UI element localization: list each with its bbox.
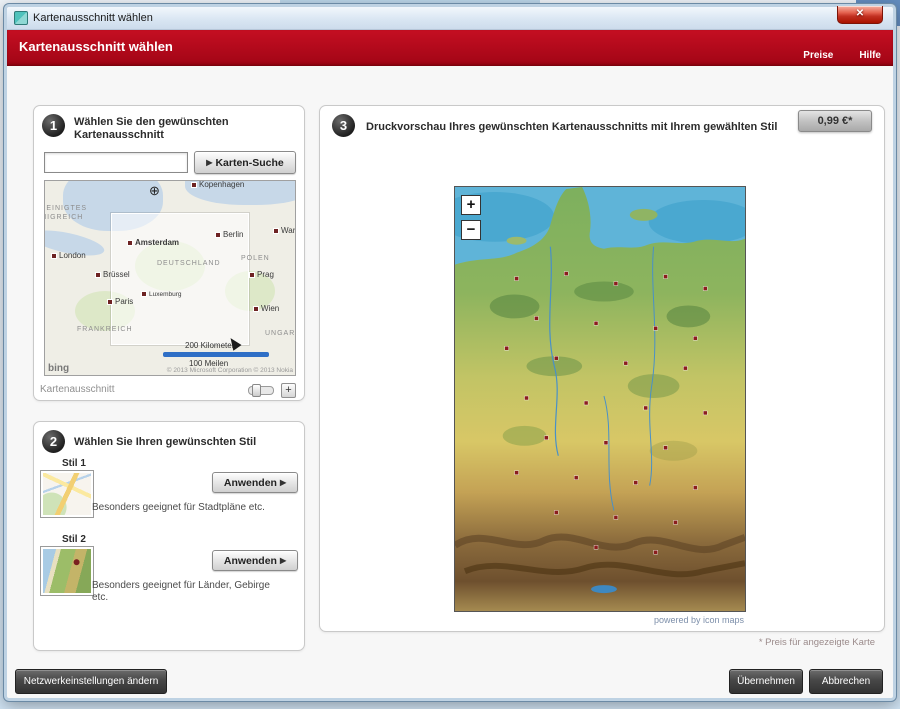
- play-arrow-icon: ▶: [280, 478, 286, 487]
- minimap-region-label: DEUTSCHLAND: [157, 260, 221, 267]
- header-nav: Preise Hilfe: [803, 50, 881, 61]
- step3-title: Druckvorschau Ihres gewünschten Kartenau…: [366, 121, 806, 134]
- preview-zoom-in-button[interactable]: +: [461, 195, 481, 215]
- overview-minimap[interactable]: Kopenhagen VEREINIGTES KÖNIGREICH London…: [44, 180, 296, 376]
- preview-zoom-out-button[interactable]: −: [461, 220, 481, 240]
- step1-panel: 1 Wählen Sie den gewünschten Kartenaussc…: [33, 105, 305, 401]
- style2-apply-button[interactable]: Anwenden ▶: [212, 550, 298, 571]
- bing-logo: bing: [48, 363, 69, 374]
- step3-number-badge: 3: [332, 114, 355, 137]
- minimap-region-label: POLEN: [241, 255, 270, 262]
- minimap-city-label: Kopenhagen: [191, 180, 244, 189]
- minimap-city-label: Wien: [253, 304, 279, 313]
- minimap-city-label: Luxemburg: [141, 291, 182, 298]
- play-arrow-icon: ▶: [280, 556, 286, 565]
- map-copyright: © 2013 Microsoft Corporation © 2013 Noki…: [167, 367, 293, 374]
- minimap-city-label: London: [51, 251, 86, 260]
- minimap-city-label: Warschau: [273, 226, 296, 235]
- minimap-city-label: Brüssel: [95, 270, 130, 279]
- step2-panel: 2 Wählen Sie Ihren gewünschten Stil Stil…: [33, 421, 305, 651]
- minimap-zoom-in-button[interactable]: +: [281, 383, 296, 398]
- price-badge: 0,99 €*: [798, 110, 872, 132]
- style1-apply-label: Anwenden: [224, 477, 277, 489]
- minimap-city-label: Berlin: [215, 230, 243, 239]
- style2-apply-label: Anwenden: [224, 555, 277, 567]
- minimap-city-label: Prag: [249, 270, 274, 279]
- print-preview-map[interactable]: + −: [454, 186, 746, 612]
- step3-panel: 3 Druckvorschau Ihres gewünschten Karten…: [319, 105, 885, 632]
- cancel-button[interactable]: Abbrechen: [809, 669, 883, 694]
- window-title: Kartenausschnitt wählen: [33, 12, 153, 24]
- minimap-zoom-slider[interactable]: [248, 386, 274, 395]
- step1-title: Wählen Sie den gewünschten Kartenausschn…: [74, 116, 284, 142]
- style1-name: Stil 1: [62, 458, 86, 469]
- style2-thumbnail[interactable]: [40, 546, 94, 596]
- style2-caption: Besonders geeignet für Länder, Gebirge e…: [92, 580, 282, 604]
- step2-title: Wählen Sie Ihren gewünschten Stil: [74, 436, 294, 449]
- link-preise[interactable]: Preise: [803, 50, 833, 61]
- link-hilfe[interactable]: Hilfe: [859, 50, 881, 61]
- minimap-city-label: Paris: [107, 297, 133, 306]
- close-window-button[interactable]: ✕: [837, 6, 883, 24]
- minimap-region-label: UNGARN: [265, 330, 296, 337]
- dialog-header: Kartenausschnitt wählen Preise Hilfe: [7, 30, 893, 66]
- minimap-region-label: FRANKREICH: [77, 326, 133, 333]
- style2-name: Stil 2: [62, 534, 86, 545]
- style1-caption: Besonders geeignet für Stadtpläne etc.: [92, 502, 297, 514]
- minimap-region-label: VEREINIGTES: [44, 205, 87, 212]
- style1-apply-button[interactable]: Anwenden ▶: [212, 472, 298, 493]
- terrain-map-thumbnail-image: [43, 549, 91, 593]
- street-map-thumbnail-image: [43, 473, 91, 515]
- map-search-button-label: Karten-Suche: [215, 157, 283, 169]
- page-title: Kartenausschnitt wählen: [19, 39, 173, 54]
- step2-number-badge: 2: [42, 430, 65, 453]
- apply-button[interactable]: Übernehmen: [729, 669, 803, 694]
- map-search-button[interactable]: ▶ Karten-Suche: [194, 151, 296, 174]
- crosshair-icon: ⊕: [149, 183, 160, 199]
- dialog-window: Kartenausschnitt wählen ✕ Kartenausschni…: [4, 4, 896, 701]
- window-titlebar[interactable]: Kartenausschnitt wählen ✕: [7, 7, 893, 30]
- minimap-region-label: KÖNIGREICH: [44, 214, 83, 221]
- slider-handle[interactable]: [252, 384, 261, 397]
- price-footnote: * Preis für angezeigte Karte: [759, 637, 875, 648]
- minimap-city-label: Amsterdam: [127, 238, 179, 247]
- map-scale-bar: [163, 352, 269, 357]
- topographic-map-image: [455, 187, 745, 611]
- network-settings-button[interactable]: Netzwerkeinstellungen ändern: [15, 669, 167, 694]
- step1-number-badge: 1: [42, 114, 65, 137]
- map-app-icon: [14, 11, 28, 25]
- minimap-footer-label: Kartenausschnitt: [40, 384, 115, 395]
- style1-thumbnail[interactable]: [40, 470, 94, 518]
- map-search-input[interactable]: [44, 152, 188, 173]
- play-arrow-icon: ▶: [206, 158, 212, 167]
- powered-by-label: powered by icon maps: [654, 615, 744, 625]
